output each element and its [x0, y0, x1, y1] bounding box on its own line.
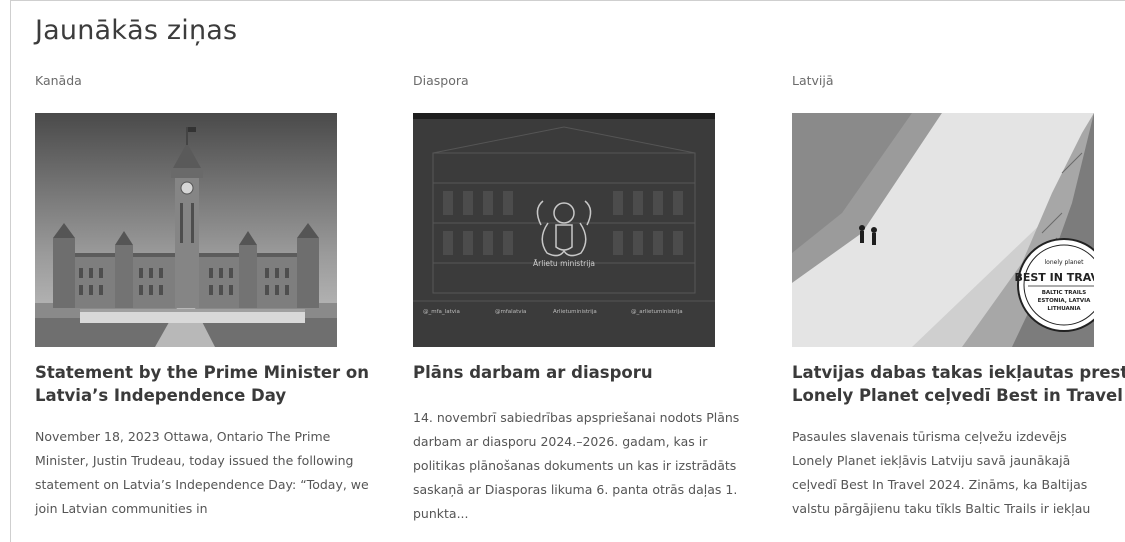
- card-title-line[interactable]: Latvijas dabas takas iekļautas prestižaj…: [792, 361, 1125, 384]
- excerpt-line: Lonely Planet iekļāvis Latviju savā jaun…: [792, 453, 1071, 468]
- card-category[interactable]: Kanāda: [35, 73, 380, 93]
- card-excerpt: Pasaules slavenais tūrisma ceļvežu izdev…: [792, 425, 1125, 521]
- badge-line: LITHUANIA: [1047, 306, 1081, 312]
- excerpt-line: ceļvedī Best In Travel 2024. Zināms, ka …: [792, 477, 1088, 492]
- excerpt-line: valstu pārgājienu taku tīkls Baltic Trai…: [792, 501, 1091, 516]
- card-excerpt: 14. novembrī sabiedrības apspriešanai no…: [413, 410, 740, 521]
- card-title[interactable]: Statement by the Prime Minister on Latvi…: [35, 361, 380, 407]
- card-title-line[interactable]: Lonely Planet ceļvedī Best in Travel 202…: [792, 384, 1125, 407]
- excerpt-line: Pasaules slavenais tūrisma ceļvežu izdev…: [792, 429, 1067, 444]
- card-title[interactable]: Latvijas dabas takas iekļautas prestižaj…: [792, 361, 1125, 407]
- card-category[interactable]: Latvijā: [792, 73, 1125, 93]
- news-card[interactable]: Latvijā lonely planet BEST IN TRA BALTIC…: [792, 73, 1125, 521]
- badge-title: BEST IN TRAVEL: [1014, 271, 1094, 284]
- social-handle: @mfalatvia: [495, 309, 526, 315]
- badge-line: BALTIC TRAILS: [1042, 290, 1087, 296]
- baltic-coast-image[interactable]: lonely planet BEST IN TRAVEL BALTIC TRAI…: [792, 113, 1094, 347]
- parliament-hill-image[interactable]: [35, 113, 337, 347]
- badge-line: ESTONIA, LATVIA: [1038, 298, 1092, 304]
- news-card[interactable]: Kanāda Statement by the Prime Minister o…: [35, 73, 380, 521]
- card-category[interactable]: Diaspora: [413, 73, 758, 93]
- social-handle: Arlietuministrija: [553, 309, 597, 315]
- news-card[interactable]: Diaspora Ārlietu ministrija @_mfa_latvia…: [413, 73, 758, 526]
- social-handle: @_arlietuministrija: [631, 309, 683, 315]
- ministry-caption: Ārlietu ministrija: [533, 259, 595, 268]
- section-title: Jaunākās ziņas: [35, 15, 238, 46]
- news-section: Jaunākās ziņas Kanāda Statement by the P…: [10, 0, 1125, 542]
- card-excerpt: November 18, 2023 Ottawa, Ontario The Pr…: [35, 429, 369, 516]
- ministry-building-image[interactable]: Ārlietu ministrija @_mfa_latvia @mfalatv…: [413, 113, 715, 347]
- social-handle: @_mfa_latvia: [423, 309, 460, 315]
- card-title[interactable]: Plāns darbam ar diasporu: [413, 361, 758, 384]
- badge-brand: lonely planet: [1045, 259, 1085, 266]
